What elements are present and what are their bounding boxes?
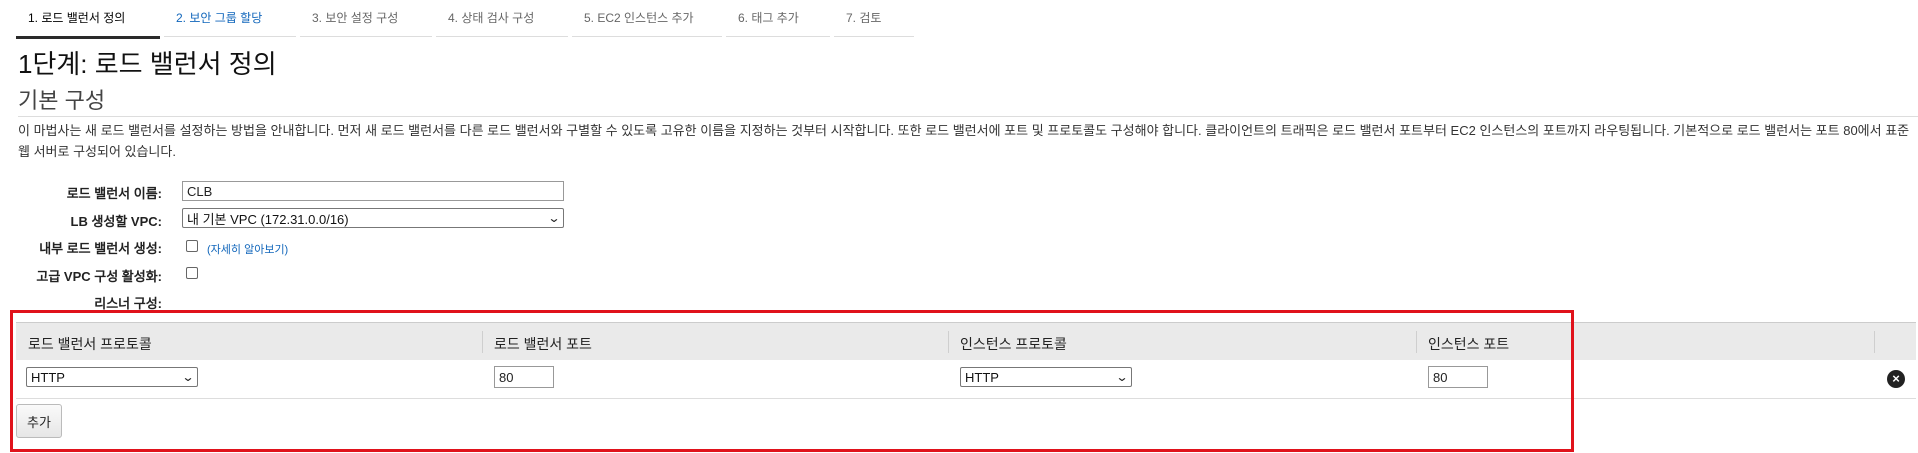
lb-port-input[interactable] [494, 366, 554, 388]
column-separator [482, 331, 483, 353]
wizard-steps: 1. 로드 밸런서 정의 2. 보안 그룹 할당 3. 보안 설정 구성 4. … [16, 0, 918, 39]
tab-step-7[interactable]: 7. 검토 [834, 0, 914, 37]
vpc-select-value: 내 기본 VPC (172.31.0.0/16) [187, 211, 349, 227]
internal-lb-label: 내부 로드 밸런서 생성: [39, 241, 162, 256]
instance-port-input[interactable] [1428, 366, 1488, 388]
lb-protocol-value: HTTP [31, 369, 65, 385]
advanced-vpc-label: 고급 VPC 구성 활성화: [36, 269, 162, 284]
vpc-select[interactable]: 내 기본 VPC (172.31.0.0/16) ⌄ [182, 208, 564, 228]
column-separator [1874, 331, 1875, 353]
advanced-vpc-checkbox[interactable] [186, 267, 198, 279]
tab-label: 1. 로드 밸런서 정의 [28, 11, 126, 25]
page-description: 이 마법사는 새 로드 밸런서를 설정하는 방법을 안내합니다. 먼저 새 로드… [18, 123, 1910, 159]
header-instance-protocol: 인스턴스 프로토콜 [960, 336, 1067, 352]
lb-name-input[interactable] [182, 181, 564, 201]
tab-label: 7. 검토 [846, 11, 882, 25]
chevron-down-icon: ⌄ [547, 211, 561, 225]
page-title: 1단계: 로드 밸런서 정의 [18, 49, 277, 79]
learn-more-link[interactable]: (자세히 알아보기) [207, 241, 288, 257]
listener-config-label: 리스너 구성: [94, 296, 162, 311]
vpc-label: LB 생성할 VPC: [70, 214, 163, 229]
tab-step-6[interactable]: 6. 태그 추가 [726, 0, 830, 37]
chevron-down-icon: ⌄ [1115, 370, 1129, 384]
table-row: HTTP ⌄ HTTP ⌄ × [16, 360, 1916, 399]
tab-step-5[interactable]: 5. EC2 인스턴스 추가 [572, 0, 722, 37]
listener-table-header: 로드 밸런서 프로토콜 로드 밸런서 포트 인스턴스 프로토콜 인스턴스 포트 [16, 322, 1916, 362]
header-lb-protocol: 로드 밸런서 프로토콜 [28, 336, 152, 352]
column-separator [1416, 331, 1417, 353]
tab-step-4[interactable]: 4. 상태 검사 구성 [436, 0, 568, 37]
header-lb-port: 로드 밸런서 포트 [494, 336, 592, 352]
section-divider [18, 116, 1918, 117]
tab-label: 6. 태그 추가 [738, 11, 799, 25]
tab-label: 5. EC2 인스턴스 추가 [584, 11, 694, 25]
internal-lb-checkbox[interactable] [186, 240, 198, 252]
tab-label: 3. 보안 설정 구성 [312, 11, 399, 25]
lb-protocol-select[interactable]: HTTP ⌄ [26, 367, 198, 387]
section-title: 기본 구성 [18, 88, 106, 113]
chevron-down-icon: ⌄ [181, 370, 195, 384]
instance-protocol-value: HTTP [965, 369, 999, 385]
lb-name-label: 로드 밸런서 이름: [66, 186, 162, 201]
header-instance-port: 인스턴스 포트 [1428, 336, 1510, 352]
tab-label: 2. 보안 그룹 할당 [176, 11, 263, 25]
tab-step-3[interactable]: 3. 보안 설정 구성 [300, 0, 432, 37]
tab-step-2[interactable]: 2. 보안 그룹 할당 [164, 0, 296, 37]
tab-label: 4. 상태 검사 구성 [448, 11, 535, 25]
column-separator [948, 331, 949, 353]
instance-protocol-select[interactable]: HTTP ⌄ [960, 367, 1132, 387]
tab-step-1[interactable]: 1. 로드 밸런서 정의 [16, 0, 160, 39]
add-listener-button[interactable]: 추가 [16, 404, 62, 438]
close-circle-icon[interactable]: × [1887, 370, 1905, 388]
